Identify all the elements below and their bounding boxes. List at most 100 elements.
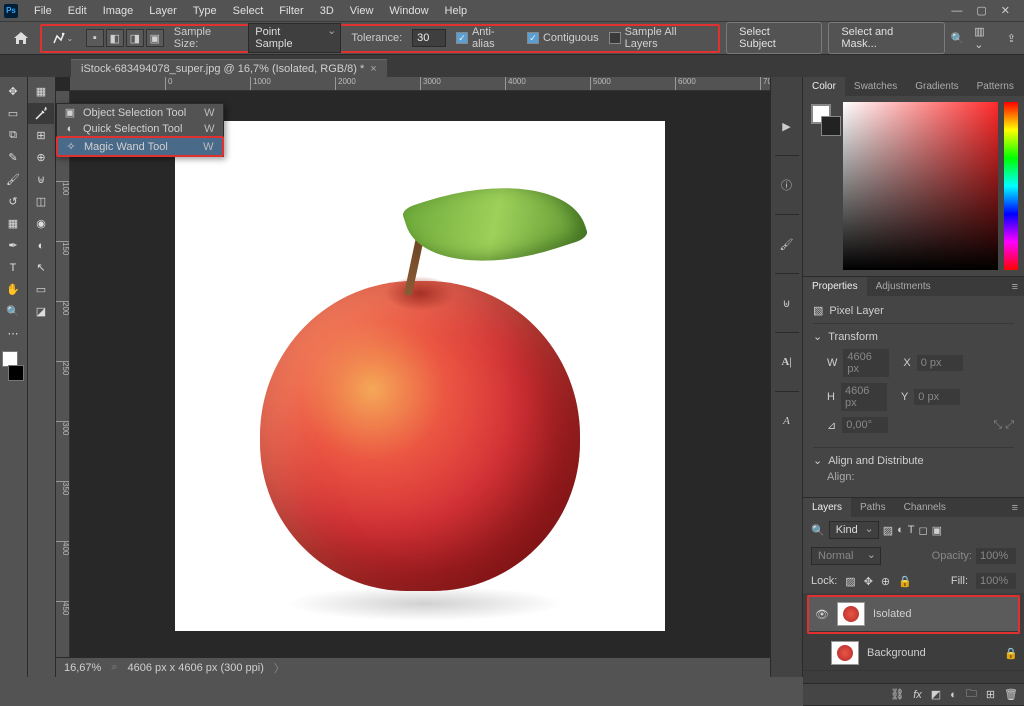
filter-pixel-icon[interactable]: ▨ <box>883 524 893 537</box>
window-minimize[interactable]: — <box>951 5 962 17</box>
tab-gradients[interactable]: Gradients <box>906 77 967 96</box>
document-tab[interactable]: iStock-683494078_super.jpg @ 16,7% (Isol… <box>71 59 387 77</box>
zoom-level[interactable]: 16,67% <box>64 662 101 674</box>
lock-pixel-icon[interactable]: ▨ <box>845 575 855 588</box>
tab-paths[interactable]: Paths <box>851 498 895 517</box>
move-tool[interactable]: ✥ <box>0 81 26 102</box>
lock-position-icon[interactable]: ✥ <box>864 575 873 588</box>
width-input[interactable]: 4606 px <box>843 349 889 377</box>
selection-new[interactable]: ▪ <box>86 29 104 47</box>
ruler-vertical[interactable]: 0 100 150 200 250 300 350 400 450 <box>56 91 70 657</box>
layer-filter-kind[interactable]: Kind <box>829 521 879 539</box>
tab-swatches[interactable]: Swatches <box>845 77 906 96</box>
fill-input[interactable]: 100% <box>976 573 1016 589</box>
anti-alias-checkbox[interactable]: ✓Anti-alias <box>456 26 517 50</box>
hand-tool[interactable]: ✋ <box>0 279 26 300</box>
history-brush-tool[interactable]: ↺ <box>0 191 26 212</box>
menu-layer[interactable]: Layer <box>141 2 185 20</box>
clone-stamp-tool[interactable]: ⊎ <box>28 169 54 190</box>
eraser-tool[interactable]: ◫ <box>28 191 54 212</box>
info-icon[interactable]: ⓘ <box>776 174 798 196</box>
flyout-object-selection[interactable]: ▣Object Selection ToolW <box>57 104 223 121</box>
frame-tool[interactable]: ⊞ <box>28 125 54 146</box>
selection-add[interactable]: ◧ <box>106 29 124 47</box>
brush-settings-icon[interactable]: 🖌 <box>776 233 798 255</box>
filter-adjust-icon[interactable]: ◐ <box>897 524 904 536</box>
layer-isolated[interactable]: 👁 Isolated <box>809 597 1018 632</box>
hue-slider[interactable] <box>1004 102 1018 270</box>
sample-size-dropdown[interactable]: Point Sample <box>248 23 341 53</box>
link-layers-icon[interactable]: ⛓ <box>890 688 904 701</box>
filter-smart-icon[interactable]: ▣ <box>932 524 942 537</box>
height-input[interactable]: 4606 px <box>841 383 887 411</box>
window-maximize[interactable]: ▢ <box>976 4 986 17</box>
panel-menu-icon[interactable]: ≡ <box>1006 279 1024 295</box>
window-close[interactable]: ✕ <box>1001 4 1010 17</box>
lock-artboard-icon[interactable]: ⊕ <box>881 575 890 588</box>
blend-mode-dropdown[interactable]: Normal <box>811 547 881 565</box>
color-field[interactable] <box>843 102 998 270</box>
menu-help[interactable]: Help <box>437 2 476 20</box>
flyout-quick-selection[interactable]: ◐Quick Selection ToolW <box>57 121 223 137</box>
pen-tool[interactable]: ✒ <box>0 235 26 256</box>
type-tool[interactable]: T <box>0 257 26 278</box>
visibility-icon[interactable]: 👁 <box>815 608 829 621</box>
menu-edit[interactable]: Edit <box>60 2 95 20</box>
select-and-mask-button[interactable]: Select and Mask... <box>828 22 944 54</box>
layer-background[interactable]: Background 🔒 <box>803 636 1024 671</box>
y-input[interactable]: 0 px <box>914 389 960 405</box>
tolerance-input[interactable]: 30 <box>412 29 446 47</box>
layer-mask-icon[interactable]: ◩ <box>931 688 941 701</box>
new-layer-icon[interactable]: ⊞ <box>986 688 995 701</box>
align-section[interactable]: ⌄Align and Distribute <box>813 454 1014 467</box>
color-fg-bg[interactable] <box>809 102 837 270</box>
menu-filter[interactable]: Filter <box>271 2 311 20</box>
filter-shape-icon[interactable]: ◻ <box>919 524 928 537</box>
lock-all-icon[interactable]: 🔒 <box>898 575 912 588</box>
menu-type[interactable]: Type <box>185 2 225 20</box>
menu-file[interactable]: File <box>26 2 60 20</box>
edit-toolbar[interactable]: ⋯ <box>0 323 26 344</box>
eyedropper-tool[interactable]: ✎ <box>0 147 26 168</box>
clone-source-icon[interactable]: ⊎ <box>776 292 798 314</box>
artboard-tool[interactable]: ▦ <box>28 81 54 102</box>
doc-info[interactable]: 4606 px x 4606 px (300 ppi) <box>127 662 263 674</box>
canvas-stage[interactable] <box>70 91 770 657</box>
path-selection-tool[interactable]: ↖ <box>28 257 54 278</box>
artboard[interactable] <box>175 121 665 631</box>
flyout-magic-wand[interactable]: ✧Magic Wand ToolW <box>58 138 222 155</box>
marquee-tool[interactable]: ▭ <box>0 103 26 124</box>
contiguous-checkbox[interactable]: ✓Contiguous <box>527 32 599 44</box>
character-icon[interactable]: A| <box>776 351 798 373</box>
foreground-background-colors[interactable] <box>0 351 26 381</box>
tab-patterns[interactable]: Patterns <box>968 77 1023 96</box>
quick-mask-icon[interactable]: ◪ <box>28 301 54 322</box>
delete-layer-icon[interactable]: 🗑 <box>1004 688 1018 701</box>
new-adjustment-icon[interactable]: ◐ <box>950 689 957 701</box>
menu-select[interactable]: Select <box>225 2 272 20</box>
play-icon[interactable]: ▶ <box>776 115 798 137</box>
ruler-horizontal[interactable]: 0 1000 2000 3000 4000 5000 6000 7000 <box>70 77 770 91</box>
home-icon[interactable] <box>8 27 34 49</box>
transform-section[interactable]: ⌄Transform <box>813 330 1014 343</box>
search-icon[interactable]: 🔍 <box>951 32 965 45</box>
opacity-input[interactable]: 100% <box>976 548 1016 564</box>
filter-type-icon[interactable]: T <box>908 524 915 536</box>
tab-channels[interactable]: Channels <box>895 498 955 517</box>
tab-layers[interactable]: Layers <box>803 498 851 517</box>
brush-tool[interactable]: 🖌 <box>0 169 26 190</box>
shape-tool[interactable]: ▭ <box>28 279 54 300</box>
close-tab-icon[interactable]: × <box>370 63 376 75</box>
healing-brush-tool[interactable]: ⊕ <box>28 147 54 168</box>
panel-menu-icon[interactable]: ≡ <box>1006 500 1024 516</box>
menu-view[interactable]: View <box>342 2 382 20</box>
magic-wand-tool[interactable]: ▣Object Selection ToolW ◐Quick Selection… <box>28 103 54 124</box>
menu-3d[interactable]: 3D <box>312 2 342 20</box>
angle-input[interactable]: 0,00° <box>842 417 888 433</box>
tab-properties[interactable]: Properties <box>803 277 867 296</box>
menu-image[interactable]: Image <box>95 2 142 20</box>
dodge-tool[interactable]: ◐ <box>28 235 54 256</box>
glyphs-icon[interactable]: A <box>776 410 798 432</box>
selection-intersect[interactable]: ▣ <box>146 29 164 47</box>
menu-window[interactable]: Window <box>381 2 436 20</box>
